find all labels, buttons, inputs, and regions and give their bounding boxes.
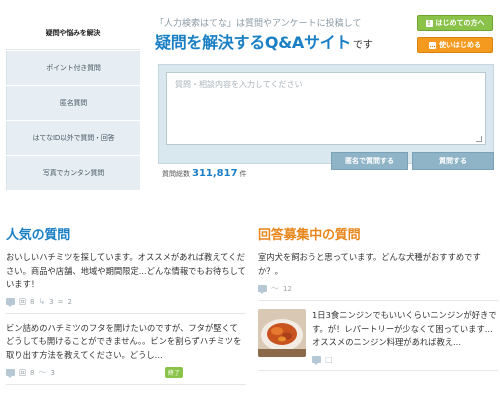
- status-badge: 終了: [164, 367, 183, 378]
- first-time-button[interactable]: ! はじめての方へ: [417, 15, 493, 31]
- popular-questions: 人気の質問 おいしいハチミツを探しています。オススメがあれば教えてください。商品…: [6, 224, 246, 393]
- page-title: 疑問を解決するQ&Aサイト です: [155, 29, 373, 53]
- sidebar-item-solve[interactable]: 疑問や悩みを解決: [6, 16, 140, 50]
- main-panel: 「人力検索はてな」は質問やアンケートに投稿して 疑問を解決するQ&Aサイト です …: [140, 15, 496, 183]
- question-input[interactable]: [166, 72, 486, 145]
- popular-questions-title: 人気の質問: [6, 228, 71, 243]
- meta-count: 12: [283, 284, 292, 293]
- sidebar-item-label: はてなID以外で質問・回答: [32, 134, 115, 142]
- anonymous-ask-button[interactable]: 匿名で質問する: [331, 152, 408, 170]
- answer-icon: ～: [38, 368, 47, 377]
- meta-label: 回: [19, 297, 26, 306]
- sidebar-item-label: ポイント付き質問: [46, 64, 101, 72]
- question-meta: □: [312, 354, 498, 365]
- meta-count: 3: [49, 297, 54, 306]
- question-text[interactable]: 室内犬を飼おうと思っています。どんな犬種がおすすめですか？。: [258, 251, 498, 278]
- question-meta: ～ 12: [258, 283, 498, 294]
- meta-count: 8: [30, 297, 35, 306]
- recruiting-questions: 回答募集中の質問 室内犬を飼おうと思っています。どんな犬種がおすすめですか？。 …: [258, 224, 498, 379]
- answer-icon: ↳: [38, 297, 46, 306]
- comment-icon: [258, 285, 267, 294]
- sidebar-item-photo[interactable]: 写真でカンタン質問: [6, 156, 140, 190]
- question-meta: 回8 ↳ 3 = 2: [6, 297, 246, 307]
- start-using-button[interactable]: … 使いはじめる: [417, 37, 493, 53]
- question-text[interactable]: おいしいハチミツを探しています。オススメがあれば教えてください。商品や店舗、地域…: [6, 251, 246, 292]
- list-item[interactable]: 室内犬を飼おうと思っています。どんな犬種がおすすめですか？。 ～ 12: [258, 251, 498, 301]
- top-panel: 疑問や悩みを解決 ポイント付き質問 匿名質問 はてなID以外で質問・回答 写真で…: [0, 0, 500, 191]
- sidebar: 疑問や悩みを解決 ポイント付き質問 匿名質問 はてなID以外で質問・回答 写真で…: [6, 16, 140, 191]
- beginner-icon: !: [425, 19, 433, 27]
- question-meta: 回8 ～ 3 終了: [6, 367, 246, 378]
- list-item[interactable]: 1日3食ニンジンでもいいくらいニンジンが好きです。が！レパートリーが少なくて困っ…: [258, 309, 498, 371]
- question-text[interactable]: ビン詰めのハチミツのフタを開けたいのですが、フタが堅くてどうしても開けることがで…: [6, 322, 246, 363]
- sidebar-item-points[interactable]: ポイント付き質問: [6, 51, 140, 85]
- comment-icon: [6, 298, 15, 307]
- question-count-suffix: 件: [239, 170, 247, 178]
- start-using-label: 使いはじめる: [439, 41, 481, 49]
- speech-icon: …: [429, 41, 436, 49]
- first-time-label: はじめての方へ: [435, 19, 485, 27]
- sidebar-item-non-hatena-id[interactable]: はてなID以外で質問・回答: [6, 121, 140, 155]
- question-count: 質問総数 311,817 件: [162, 168, 247, 179]
- headline-text: 疑問を解決するQ&Aサイト: [155, 33, 352, 52]
- question-text[interactable]: 1日3食ニンジンでもいいくらいニンジンが好きです。が！レパートリーが少なくて困っ…: [312, 309, 498, 350]
- list-item[interactable]: ビン詰めのハチミツのフタを開けたいのですが、フタが堅くてどうしても開けることがで…: [6, 322, 246, 385]
- ask-button[interactable]: 質問する: [412, 152, 494, 170]
- question-count-value: 311,817: [192, 168, 238, 179]
- meta-count: 2: [67, 297, 72, 306]
- comment-icon: [6, 369, 15, 378]
- comment-icon: [312, 355, 321, 365]
- list-item[interactable]: おいしいハチミツを探しています。オススメがあれば教えてください。商品や店舗、地域…: [6, 251, 246, 314]
- recruiting-questions-title: 回答募集中の質問: [258, 228, 361, 243]
- meta-label: 回: [19, 368, 26, 377]
- meta-count: 3: [50, 368, 55, 377]
- headline-suffix: です: [353, 40, 373, 51]
- sidebar-item-anonymous[interactable]: 匿名質問: [6, 86, 140, 120]
- question-count-prefix: 質問総数: [162, 170, 190, 178]
- meta-sep: =: [57, 297, 64, 306]
- food-photo-icon: [258, 309, 306, 357]
- sidebar-item-label: 匿名質問: [59, 99, 88, 107]
- sidebar-item-label: 写真でカンタン質問: [42, 169, 105, 177]
- question-form: [158, 64, 494, 164]
- resize-handle-icon[interactable]: [476, 136, 482, 142]
- answer-icon: □: [325, 354, 333, 364]
- carrot-dish-photo[interactable]: [258, 309, 306, 357]
- tagline: 「人力検索はてな」は質問やアンケートに投稿して: [155, 19, 362, 29]
- answer-icon: ～: [271, 284, 279, 293]
- sidebar-item-label: 疑問や悩みを解決: [45, 28, 101, 37]
- meta-count: 8: [30, 368, 35, 377]
